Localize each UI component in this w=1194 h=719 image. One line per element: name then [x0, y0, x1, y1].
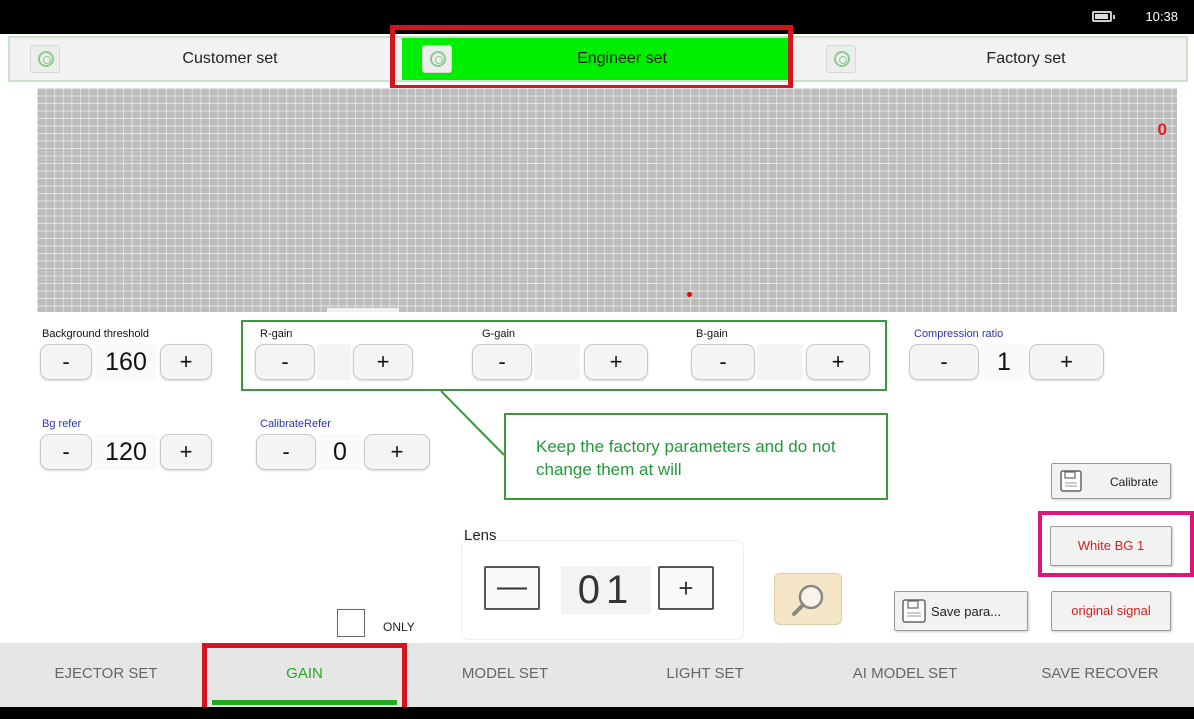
tab-ai-model-set[interactable]: AI MODEL SET — [830, 665, 980, 682]
tab-model-set[interactable]: MODEL SET — [440, 665, 570, 682]
white-bg-button[interactable]: White BG 1 — [1050, 526, 1172, 566]
lens-minus-button[interactable]: — — [484, 566, 540, 610]
bottom-tab-bar: EJECTOR SET GAIN MODEL SET LIGHT SET AI … — [0, 643, 1194, 707]
only-checkbox[interactable] — [337, 609, 365, 637]
lens-plus-button[interactable]: + — [658, 566, 714, 610]
save-icon — [1060, 470, 1082, 492]
calibrate-label: Calibrate — [1110, 475, 1159, 489]
original-signal-button[interactable]: original signal — [1051, 591, 1171, 631]
tab-light-set[interactable]: LIGHT SET — [640, 665, 770, 682]
save-icon — [902, 599, 926, 623]
lens-label: Lens — [464, 527, 497, 544]
only-label: ONLY — [383, 620, 415, 634]
search-icon — [792, 584, 824, 616]
tab-save-recover[interactable]: SAVE RECOVER — [1025, 665, 1175, 682]
search-button[interactable] — [774, 573, 842, 625]
lens-value: 01 — [561, 566, 651, 614]
save-para-label: Save para... — [931, 604, 1002, 619]
callout-note: Keep the factory parameters and do not c… — [504, 413, 888, 500]
save-para-button[interactable]: Save para... — [894, 591, 1028, 631]
system-nav-bar — [0, 707, 1194, 719]
tab-ejector-set[interactable]: EJECTOR SET — [38, 665, 174, 682]
calibrate-button[interactable]: Calibrate — [1051, 463, 1171, 499]
